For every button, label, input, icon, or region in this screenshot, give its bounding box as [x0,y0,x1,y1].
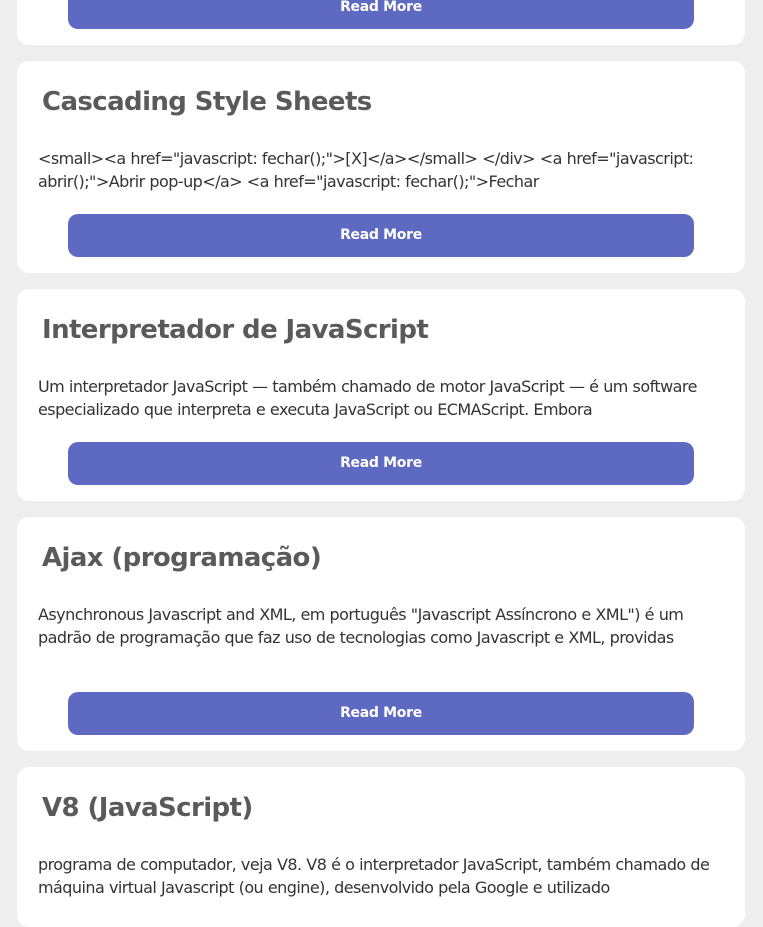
read-more-button[interactable]: Read More [68,442,694,485]
article-title: Cascading Style Sheets [42,87,372,117]
read-more-button[interactable]: Read More [68,0,694,29]
read-more-button[interactable]: Read More [68,692,694,735]
article-card: Cascading Style Sheets <small><a href="j… [17,61,745,273]
article-title: Interpretador de JavaScript [42,315,429,345]
article-excerpt: programa de computador, veja V8. V8 é o … [38,855,710,897]
article-excerpt: <small><a href="javascript: fechar();">[… [38,149,694,191]
article-card: Ajax (programação) Asynchronous Javascri… [17,517,745,751]
article-title: V8 (JavaScript) [42,793,253,823]
article-excerpt: Um interpretador JavaScript — também cha… [38,377,697,419]
article-excerpt: Asynchronous Javascript and XML, em port… [38,605,684,647]
article-title: Ajax (programação) [42,543,322,573]
article-card: V8 (JavaScript) programa de computador, … [17,767,745,927]
article-card: Read More [17,0,745,45]
article-card: Interpretador de JavaScript Um interpret… [17,289,745,501]
read-more-button[interactable]: Read More [68,214,694,257]
